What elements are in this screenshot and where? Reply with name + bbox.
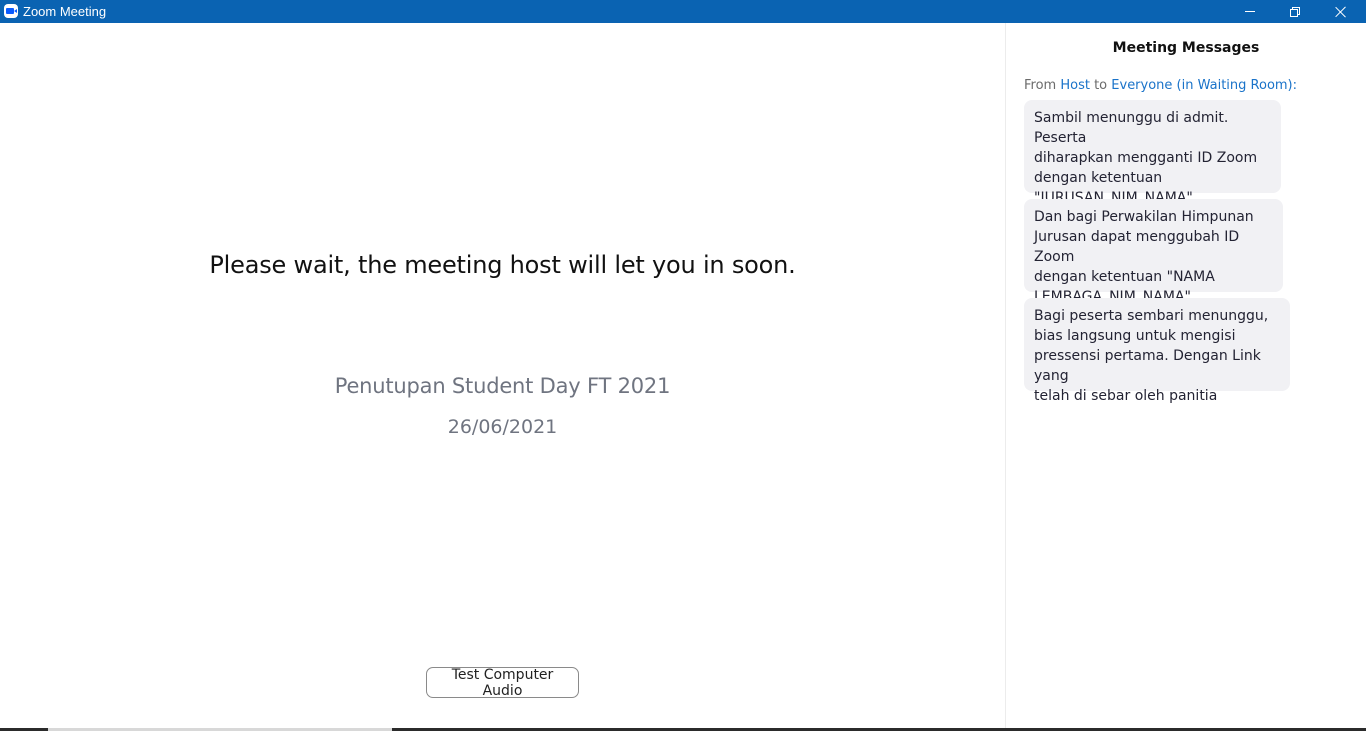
meeting-messages-panel: Meeting Messages From Host to Everyone (… [1006,23,1366,728]
restore-button[interactable] [1272,0,1318,23]
message-bubble: Sambil menunggu di admit. Peserta dihara… [1024,100,1281,206]
test-computer-audio-button[interactable]: Test Computer Audio [426,667,579,699]
to-word: to [1089,78,1112,93]
message-bubble: Bagi peserta sembari menunggu, bias lang… [1024,298,1290,404]
recipient-name[interactable]: Everyone (in Waiting Room) [1111,78,1292,93]
close-button[interactable] [1318,0,1364,23]
restore-icon [1290,6,1300,17]
waiting-message: Please wait, the meeting host will let y… [209,251,796,279]
message-bubble: Dan bagi Perwakilan Himpunan Jurusan dap… [1024,199,1283,305]
meeting-topic: Penutupan Student Day FT 2021 [334,374,671,398]
minimize-icon [1245,11,1255,12]
message-header: From Host to Everyone (in Waiting Room): [1024,78,1297,93]
window-title: Zoom Meeting [23,4,107,19]
title-bar: Zoom Meeting [0,0,1366,23]
sender-name[interactable]: Host [1060,78,1090,93]
meeting-date: 26/06/2021 [447,416,558,438]
close-icon [1335,6,1347,18]
from-prefix: From [1024,78,1061,93]
header-colon: : [1292,78,1298,93]
minimize-button[interactable] [1227,0,1273,23]
panel-title: Meeting Messages [1112,40,1260,56]
waiting-room-area: Please wait, the meeting host will let y… [0,23,1005,728]
zoom-camera-icon [4,4,18,18]
